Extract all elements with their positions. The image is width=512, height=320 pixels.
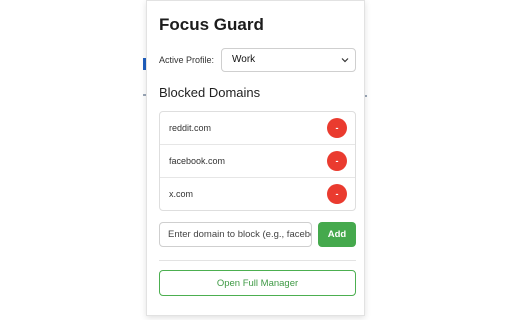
divider: [159, 260, 356, 261]
blocked-domains-heading: Blocked Domains: [159, 85, 261, 100]
list-item: x.com -: [160, 178, 355, 211]
remove-domain-button[interactable]: -: [327, 151, 347, 171]
remove-domain-button[interactable]: -: [327, 118, 347, 138]
remove-domain-button[interactable]: -: [327, 184, 347, 204]
popup-title: Focus Guard: [159, 15, 264, 34]
background-window-edge: [365, 95, 367, 97]
list-item: reddit.com -: [160, 112, 355, 145]
domain-name: reddit.com: [169, 123, 212, 133]
domain-name: facebook.com: [169, 156, 226, 166]
profile-select[interactable]: Work: [221, 48, 356, 72]
open-full-manager-button[interactable]: Open Full Manager: [159, 270, 356, 296]
profile-selected-value: Work: [232, 54, 256, 65]
extension-popup: Focus Guard Active Profile: Work Blocked…: [146, 0, 365, 316]
chevron-down-icon: [341, 58, 349, 63]
domain-input[interactable]: [159, 222, 312, 247]
add-domain-button[interactable]: Add: [318, 222, 356, 247]
profile-label: Active Profile:: [159, 55, 215, 65]
list-item: facebook.com -: [160, 145, 355, 178]
domain-name: x.com: [169, 189, 194, 199]
blocked-domain-list: reddit.com - facebook.com - x.com -: [159, 111, 356, 211]
